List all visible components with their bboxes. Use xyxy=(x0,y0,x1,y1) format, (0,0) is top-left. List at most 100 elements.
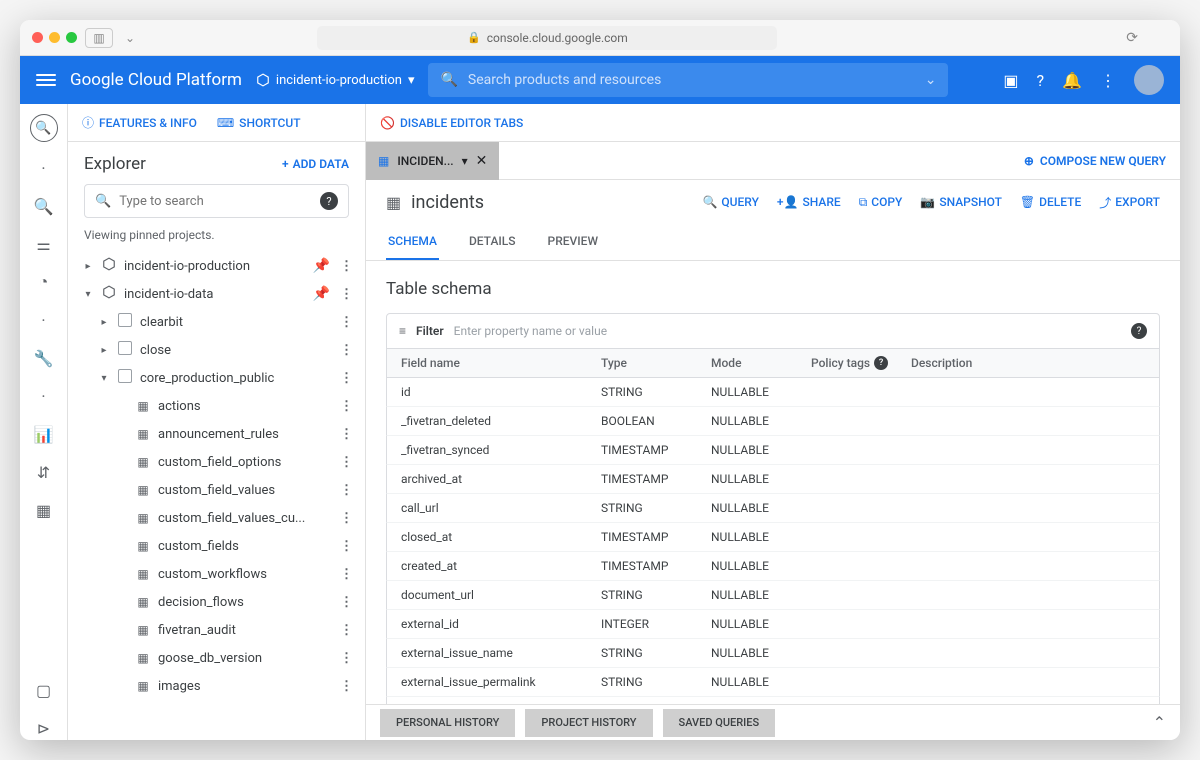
reload-icon[interactable]: ⟳ xyxy=(1126,30,1138,46)
features-link[interactable]: ⓘFEATURES & INFO xyxy=(82,114,197,131)
export-button[interactable]: ⤴EXPORT xyxy=(1099,194,1160,211)
filter-icon[interactable]: ⚌ xyxy=(32,232,56,256)
rail-dot-icon[interactable]: · xyxy=(32,308,56,332)
more-icon[interactable]: ⋮ xyxy=(336,287,357,302)
copy-button[interactable]: ⧉COPY xyxy=(859,194,903,211)
tree-node[interactable]: ▸close⋮ xyxy=(76,336,357,364)
more-icon[interactable]: ⋮ xyxy=(336,427,357,442)
more-icon[interactable]: ⋮ xyxy=(336,455,357,470)
chart-icon[interactable]: 📊 xyxy=(32,422,56,446)
transfer-icon[interactable]: ⇵ xyxy=(32,460,56,484)
schema-filter[interactable]: ≡ Filter Enter property name or value ? xyxy=(386,313,1160,349)
schema-row[interactable]: external_link_idSTRINGNULLABLE xyxy=(386,697,1160,704)
schema-row[interactable]: closed_atTIMESTAMPNULLABLE xyxy=(386,523,1160,552)
delete-button[interactable]: 🗑DELETE xyxy=(1020,194,1081,211)
tree-node[interactable]: ▦custom_field_values⋮ xyxy=(76,476,357,504)
tab-dropdown-icon[interactable]: ▾ xyxy=(462,154,468,168)
tab-details[interactable]: DETAILS xyxy=(467,224,518,260)
tab-preview[interactable]: PREVIEW xyxy=(546,224,600,260)
tree-node[interactable]: ▦goose_db_version⋮ xyxy=(76,644,357,672)
window-maximize-icon[interactable] xyxy=(66,32,77,43)
help-icon[interactable]: ? xyxy=(1037,71,1045,90)
share-button[interactable]: +👤SHARE xyxy=(777,194,841,211)
query-button[interactable]: 🔍QUERY xyxy=(702,194,758,211)
schema-row[interactable]: archived_atTIMESTAMPNULLABLE xyxy=(386,465,1160,494)
window-close-icon[interactable] xyxy=(32,32,43,43)
add-data-button[interactable]: +ADD DATA xyxy=(282,157,349,171)
project-selector[interactable]: incident-io-production ▾ xyxy=(256,73,415,88)
window-minimize-icon[interactable] xyxy=(49,32,60,43)
more-icon[interactable]: ⋮ xyxy=(336,483,357,498)
search-icon[interactable]: 🔍 xyxy=(32,194,56,218)
history-icon[interactable]: ◔ xyxy=(32,270,56,294)
more-icon[interactable]: ⋮ xyxy=(336,679,357,694)
more-icon[interactable]: ⋮ xyxy=(336,259,357,274)
tree-node[interactable]: ▦decision_flows⋮ xyxy=(76,588,357,616)
expand-icon[interactable]: ⊳ xyxy=(32,716,56,740)
schema-row[interactable]: _fivetran_syncedTIMESTAMPNULLABLE xyxy=(386,436,1160,465)
bigquery-icon[interactable]: 🔍 xyxy=(30,114,58,142)
schema-row[interactable]: document_urlSTRINGNULLABLE xyxy=(386,581,1160,610)
schema-row[interactable]: external_issue_permalinkSTRINGNULLABLE xyxy=(386,668,1160,697)
snapshot-button[interactable]: 📷SNAPSHOT xyxy=(920,194,1002,211)
pin-icon[interactable]: 📌 xyxy=(313,258,330,274)
help-icon[interactable]: ? xyxy=(1131,323,1147,339)
tree-node[interactable]: ▾core_production_public⋮ xyxy=(76,364,357,392)
wrench-icon[interactable]: 🔧 xyxy=(32,346,56,370)
compose-query-button[interactable]: ⊕ COMPOSE NEW QUERY xyxy=(1024,154,1166,168)
more-icon[interactable]: ⋮ xyxy=(336,371,357,386)
chevron-up-icon[interactable]: ⌃ xyxy=(1153,713,1166,732)
more-icon[interactable]: ⋮ xyxy=(336,343,357,358)
more-icon[interactable]: ⋮ xyxy=(336,651,357,666)
schema-row[interactable]: external_issue_nameSTRINGNULLABLE xyxy=(386,639,1160,668)
tree-node[interactable]: ▦fivetran_audit⋮ xyxy=(76,616,357,644)
more-icon[interactable]: ⋮ xyxy=(336,539,357,554)
tree-node[interactable]: ▦custom_fields⋮ xyxy=(76,532,357,560)
more-icon[interactable]: ⋮ xyxy=(336,511,357,526)
search-hint-icon[interactable]: ? xyxy=(320,192,338,210)
url-bar[interactable]: 🔒 console.cloud.google.com xyxy=(317,26,777,50)
personal-history-button[interactable]: PERSONAL HISTORY xyxy=(380,709,515,737)
pin-icon[interactable]: 📌 xyxy=(313,286,330,302)
menu-icon[interactable] xyxy=(36,74,56,86)
explorer-search-input[interactable] xyxy=(119,194,312,209)
tab-schema[interactable]: SCHEMA xyxy=(386,224,439,260)
header-search[interactable]: 🔍 Search products and resources ⌄ xyxy=(428,63,948,97)
schema-row[interactable]: idSTRINGNULLABLE xyxy=(386,378,1160,407)
disable-tabs-link[interactable]: 🚫DISABLE EDITOR TABS xyxy=(380,116,523,130)
saved-queries-button[interactable]: SAVED QUERIES xyxy=(663,709,776,737)
help-icon[interactable]: ? xyxy=(874,356,888,370)
dataset-icon[interactable]: ▦ xyxy=(32,498,56,522)
chevron-down-icon[interactable]: ⌄ xyxy=(925,72,937,88)
schema-row[interactable]: _fivetran_deletedBOOLEANNULLABLE xyxy=(386,407,1160,436)
tree-node[interactable]: ▸clearbit⋮ xyxy=(76,308,357,336)
close-icon[interactable]: ✕ xyxy=(476,153,488,169)
more-icon[interactable]: ⋮ xyxy=(336,623,357,638)
cloud-shell-icon[interactable]: ▣ xyxy=(1003,71,1018,90)
more-icon[interactable]: ⋮ xyxy=(336,399,357,414)
tree-node[interactable]: ▦images⋮ xyxy=(76,672,357,700)
tree-node[interactable]: ▦custom_field_values_cu...⋮ xyxy=(76,504,357,532)
project-history-button[interactable]: PROJECT HISTORY xyxy=(525,709,652,737)
tree-node[interactable]: ▦announcement_rules⋮ xyxy=(76,420,357,448)
tree-node[interactable]: ▦actions⋮ xyxy=(76,392,357,420)
more-icon[interactable]: ⋮ xyxy=(336,595,357,610)
tree-node[interactable]: ▦custom_workflows⋮ xyxy=(76,560,357,588)
shortcut-link[interactable]: ⌨SHORTCUT xyxy=(217,116,301,130)
rail-dot-icon[interactable]: · xyxy=(32,384,56,408)
sidebar-toggle-icon[interactable]: ▥ xyxy=(85,28,113,48)
more-icon[interactable]: ⋮ xyxy=(336,315,357,330)
schema-row[interactable]: call_urlSTRINGNULLABLE xyxy=(386,494,1160,523)
release-notes-icon[interactable]: ▢ xyxy=(32,678,56,702)
schema-row[interactable]: created_atTIMESTAMPNULLABLE xyxy=(386,552,1160,581)
notifications-icon[interactable]: 🔔 xyxy=(1062,71,1082,90)
rail-dot-icon[interactable]: · xyxy=(32,156,56,180)
schema-row[interactable]: external_idINTEGERNULLABLE xyxy=(386,610,1160,639)
tree-node[interactable]: ▸incident-io-production📌⋮ xyxy=(76,252,357,280)
avatar[interactable] xyxy=(1134,65,1164,95)
more-icon[interactable]: ⋮ xyxy=(336,567,357,582)
more-icon[interactable]: ⋮ xyxy=(1100,71,1116,90)
explorer-search[interactable]: 🔍 ? xyxy=(84,184,349,218)
tree-node[interactable]: ▾incident-io-data📌⋮ xyxy=(76,280,357,308)
chevron-down-icon[interactable]: ⌄ xyxy=(121,28,139,48)
